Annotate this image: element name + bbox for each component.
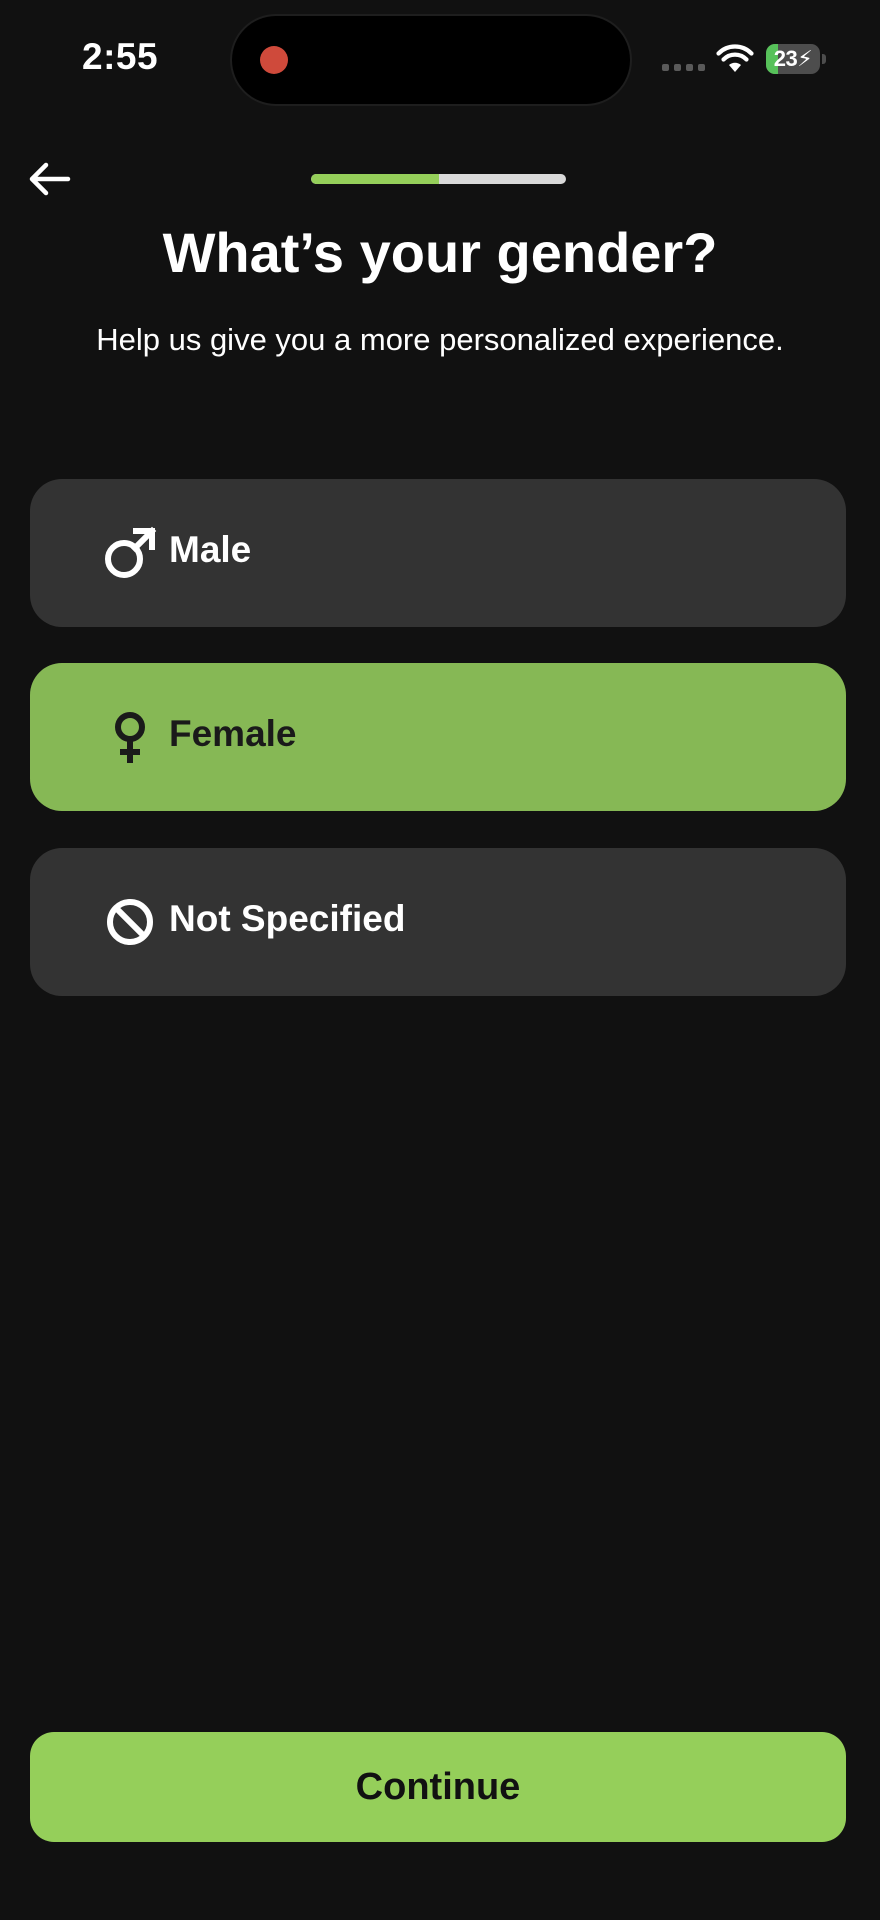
onboarding-progress-bar: [311, 174, 566, 184]
male-symbol-icon: [105, 526, 157, 578]
option-label: Female: [169, 713, 297, 754]
cellular-signal-icon: [662, 64, 705, 71]
gender-option-female[interactable]: Female: [30, 663, 846, 811]
option-label: Not Specified: [169, 898, 406, 939]
status-time: 2:55: [82, 36, 159, 77]
recording-indicator-icon: [260, 46, 288, 74]
page-title: What’s your gender?: [162, 221, 718, 284]
page-subtitle: Help us give you a more personalized exp…: [96, 322, 784, 357]
progress-fill: [311, 174, 439, 184]
status-bar: 2:55 23⚡: [0, 0, 880, 110]
battery-percent: 23: [773, 46, 798, 71]
prohibited-icon: [107, 899, 153, 945]
gender-option-male[interactable]: Male: [30, 479, 846, 627]
battery-icon: 23⚡: [766, 44, 820, 74]
back-arrow-icon[interactable]: [24, 154, 74, 204]
wifi-icon: [716, 44, 754, 72]
female-symbol-icon: [115, 712, 145, 763]
continue-button[interactable]: Continue: [30, 1732, 846, 1842]
option-label: Male: [169, 529, 252, 570]
dynamic-island: [232, 16, 630, 104]
gender-option-not-specified[interactable]: Not Specified: [30, 848, 846, 996]
battery-cap: [822, 54, 826, 64]
